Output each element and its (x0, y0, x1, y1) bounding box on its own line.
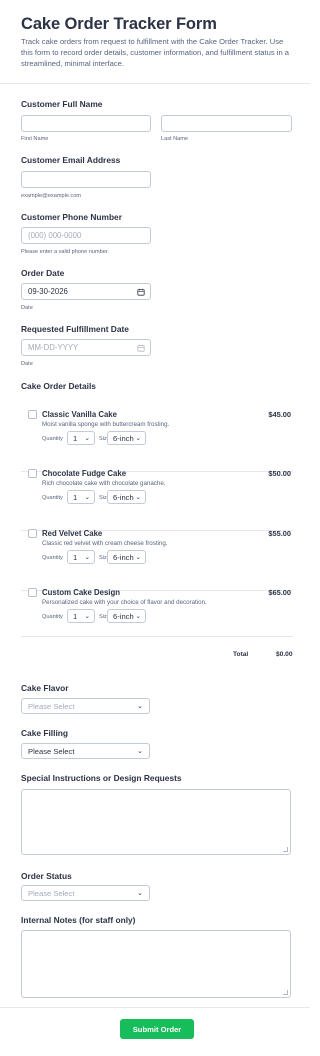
product-item: Classic Vanilla Cake Moist vanilla spong… (21, 410, 293, 472)
chevron-down-icon: ⌄ (84, 613, 90, 620)
order-status-select[interactable]: Please Select ⌄ (21, 885, 150, 901)
chevron-down-icon: ⌄ (137, 703, 143, 710)
chevron-down-icon: ⌄ (84, 554, 90, 561)
calendar-icon[interactable] (137, 344, 145, 352)
first-name-sublabel: First Name (21, 136, 49, 142)
size-select[interactable]: 6-inch ⌄ (107, 550, 146, 564)
chevron-down-icon: ⌄ (135, 554, 141, 561)
product-checkbox[interactable] (28, 588, 37, 597)
internal-notes-label: Internal Notes (for staff only) (21, 915, 136, 925)
quantity-label: Quantity (42, 436, 63, 442)
resize-handle[interactable] (283, 847, 288, 852)
chevron-down-icon: ⌄ (135, 494, 141, 501)
chevron-down-icon: ⌄ (135, 435, 141, 442)
quantity-label: Quantity (42, 495, 63, 501)
product-price: $65.00 (268, 588, 291, 597)
cake-filling-label: Cake Filling (21, 728, 69, 738)
total-value: $0.00 (276, 651, 293, 658)
product-name: Chocolate Fudge Cake (42, 469, 127, 478)
product-description: Personalized cake with your choice of fl… (42, 599, 207, 606)
special-instructions-textarea[interactable] (21, 789, 291, 855)
size-select[interactable]: 6-inch ⌄ (107, 490, 146, 504)
fulfillment-date-sublabel: Date (21, 361, 33, 367)
form-title: Cake Order Tracker Form (21, 15, 217, 33)
phone-sublabel: Please enter a valid phone number. (21, 249, 110, 255)
order-date-sublabel: Date (21, 305, 33, 311)
order-date-label: Order Date (21, 268, 65, 278)
last-name-input[interactable] (161, 115, 292, 132)
calendar-icon[interactable] (137, 288, 145, 296)
cake-filling-select[interactable]: Please Select ⌄ (21, 743, 150, 759)
email-label: Customer Email Address (21, 155, 121, 165)
quantity-select[interactable]: 1 ⌄ (67, 431, 95, 445)
cake-flavor-label: Cake Flavor (21, 683, 69, 693)
internal-notes-textarea[interactable] (21, 930, 291, 998)
special-instructions-label: Special Instructions or Design Requests (21, 773, 182, 783)
quantity-label: Quantity (42, 555, 63, 561)
quantity-select[interactable]: 1 ⌄ (67, 490, 95, 504)
chevron-down-icon: ⌄ (84, 435, 90, 442)
product-price: $50.00 (268, 469, 291, 478)
submit-button[interactable]: Submit Order (120, 1019, 194, 1039)
quantity-select[interactable]: 1 ⌄ (67, 609, 95, 623)
order-status-label: Order Status (21, 871, 72, 881)
cake-details-label: Cake Order Details (21, 381, 96, 391)
product-description: Classic red velvet with cream cheese fro… (42, 540, 168, 547)
size-select[interactable]: 6-inch ⌄ (107, 609, 146, 623)
product-checkbox[interactable] (28, 410, 37, 419)
product-item: Red Velvet Cake Classic red velvet with … (21, 529, 293, 591)
form-description: Track cake orders from request to fulfil… (21, 37, 290, 68)
phone-label: Customer Phone Number (21, 212, 122, 222)
product-price: $55.00 (268, 529, 291, 538)
product-item: Chocolate Fudge Cake Rich chocolate cake… (21, 469, 293, 531)
product-description: Rich chocolate cake with chocolate ganac… (42, 480, 166, 487)
product-name: Classic Vanilla Cake (42, 410, 117, 419)
chevron-down-icon: ⌄ (84, 494, 90, 501)
product-price: $45.00 (268, 410, 291, 419)
cake-flavor-select[interactable]: Please Select ⌄ (21, 698, 150, 714)
product-description: Moist vanilla sponge with buttercream fr… (42, 421, 170, 428)
form-header: Cake Order Tracker Form Track cake order… (0, 0, 310, 84)
chevron-down-icon: ⌄ (137, 890, 143, 897)
fulfillment-date-input[interactable]: MM-DD-YYYY (21, 339, 151, 356)
chevron-down-icon: ⌄ (137, 748, 143, 755)
product-name: Custom Cake Design (42, 588, 120, 597)
customer-name-label: Customer Full Name (21, 99, 103, 109)
footer-divider (0, 1007, 310, 1008)
fulfillment-date-label: Requested Fulfillment Date (21, 324, 129, 334)
size-select[interactable]: 6-inch ⌄ (107, 431, 146, 445)
total-label: Total (233, 651, 249, 658)
order-date-input[interactable]: 09-30-2026 (21, 283, 151, 300)
phone-input[interactable]: (000) 000-0000 (21, 227, 151, 244)
last-name-sublabel: Last Name (161, 136, 189, 142)
product-checkbox[interactable] (28, 469, 37, 478)
product-name: Red Velvet Cake (42, 529, 103, 538)
email-sublabel: example@example.com (21, 193, 82, 199)
email-field[interactable] (21, 171, 151, 188)
quantity-label: Quantity (42, 614, 63, 620)
quantity-select[interactable]: 1 ⌄ (67, 550, 95, 564)
product-item: Custom Cake Design Personalized cake wit… (21, 588, 293, 637)
chevron-down-icon: ⌄ (135, 613, 141, 620)
product-checkbox[interactable] (28, 529, 37, 538)
resize-handle[interactable] (283, 990, 288, 995)
first-name-input[interactable] (21, 115, 151, 132)
